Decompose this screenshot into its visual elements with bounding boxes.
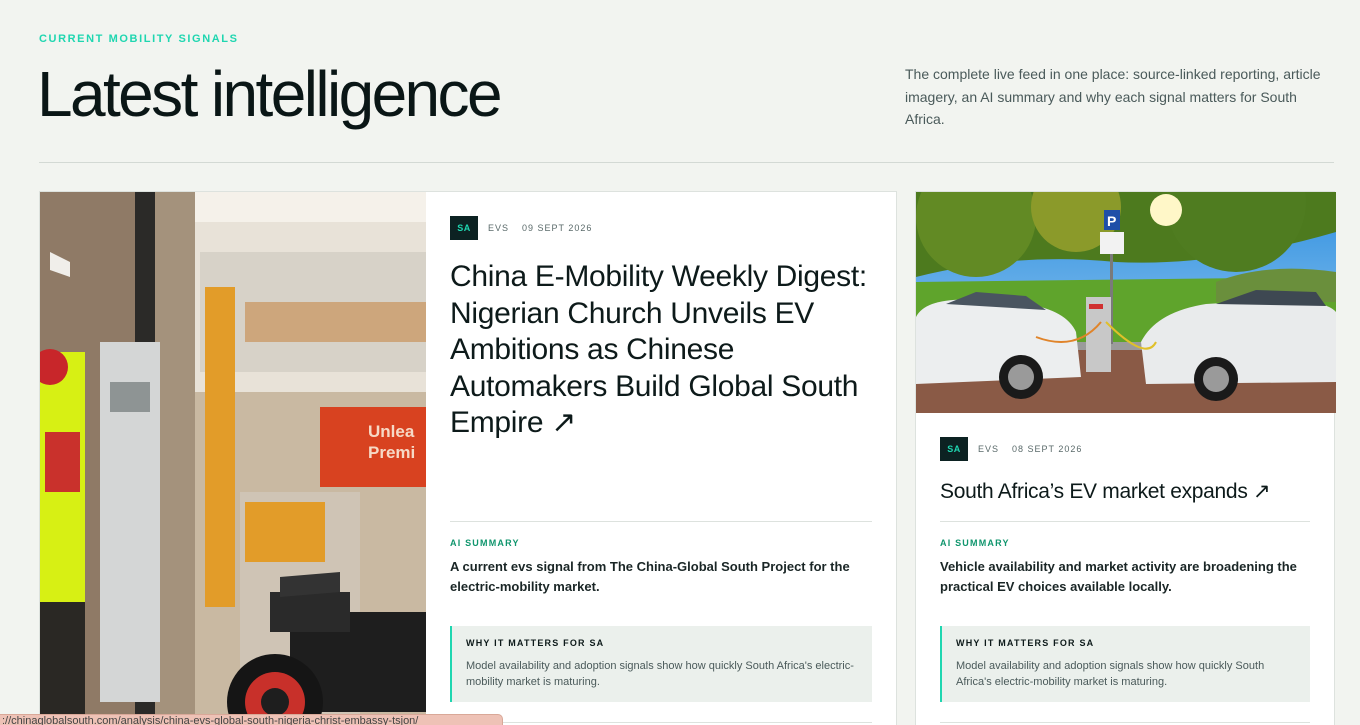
featured-headline-link[interactable]: China E-Mobility Weekly Digest: Nigerian… — [450, 259, 872, 442]
region-badge: SA — [940, 437, 968, 461]
category-label: EVS — [488, 223, 510, 233]
fuel-station-motorbike-photo: Unlea Premi — [40, 192, 426, 725]
side-article-card[interactable]: P SA EVS 08 SEPT 2026 South Africa’s EV … — [915, 191, 1336, 725]
category-label: EVS — [978, 444, 1000, 454]
why-it-matters-text: Model availability and adoption signals … — [956, 660, 1265, 688]
side-article-image[interactable]: P — [916, 192, 1336, 413]
status-bar-url: ://chinaglobalsouth.com/analysis/china-e… — [0, 714, 503, 725]
why-it-matters-label: WHY IT MATTERS FOR SA — [956, 638, 1095, 648]
why-it-matters-label: WHY IT MATTERS FOR SA — [466, 638, 605, 648]
card-bottom-divider — [940, 722, 1310, 723]
intro-text: The complete live feed in one place: sou… — [905, 66, 1321, 127]
ai-summary-label: AI SUMMARY — [940, 538, 1010, 548]
unleaded-sign-text: Unlea — [368, 422, 415, 441]
side-meta-row: SA EVS 08 SEPT 2026 — [940, 437, 1310, 461]
parking-sign-text: P — [1107, 213, 1116, 229]
featured-meta-row: SA EVS 09 SEPT 2026 — [450, 216, 872, 240]
date-label: 09 SEPT 2026 — [522, 223, 593, 233]
page-title: Latest intelligence — [37, 58, 503, 130]
card-bottom-divider — [450, 722, 872, 723]
featured-article-image[interactable]: Unlea Premi — [40, 192, 426, 725]
svg-text:Premi: Premi — [368, 443, 415, 462]
date-label: 08 SEPT 2026 — [1012, 444, 1083, 454]
why-it-matters-text: Model availability and adoption signals … — [466, 660, 854, 688]
section-eyebrow: CURRENT MOBILITY SIGNALS — [39, 33, 239, 45]
ev-charging-photo: P — [916, 192, 1336, 413]
summary-divider — [450, 521, 872, 522]
region-badge: SA — [450, 216, 478, 240]
summary-divider — [940, 521, 1310, 522]
ai-summary-label: AI SUMMARY — [450, 538, 520, 548]
why-it-matters-box: WHY IT MATTERS FOR SA Model availability… — [450, 626, 872, 702]
why-it-matters-box: WHY IT MATTERS FOR SA Model availability… — [940, 626, 1310, 702]
ai-summary-text: Vehicle availability and market activity… — [940, 559, 1297, 594]
header-divider — [39, 162, 1334, 163]
ai-summary-text: A current evs signal from The China-Glob… — [450, 559, 850, 594]
side-headline-link[interactable]: South Africa’s EV market expands ↗ — [940, 479, 1310, 505]
featured-article-card[interactable]: Unlea Premi SA EVS 09 SEPT 2026 China E-… — [39, 191, 897, 725]
